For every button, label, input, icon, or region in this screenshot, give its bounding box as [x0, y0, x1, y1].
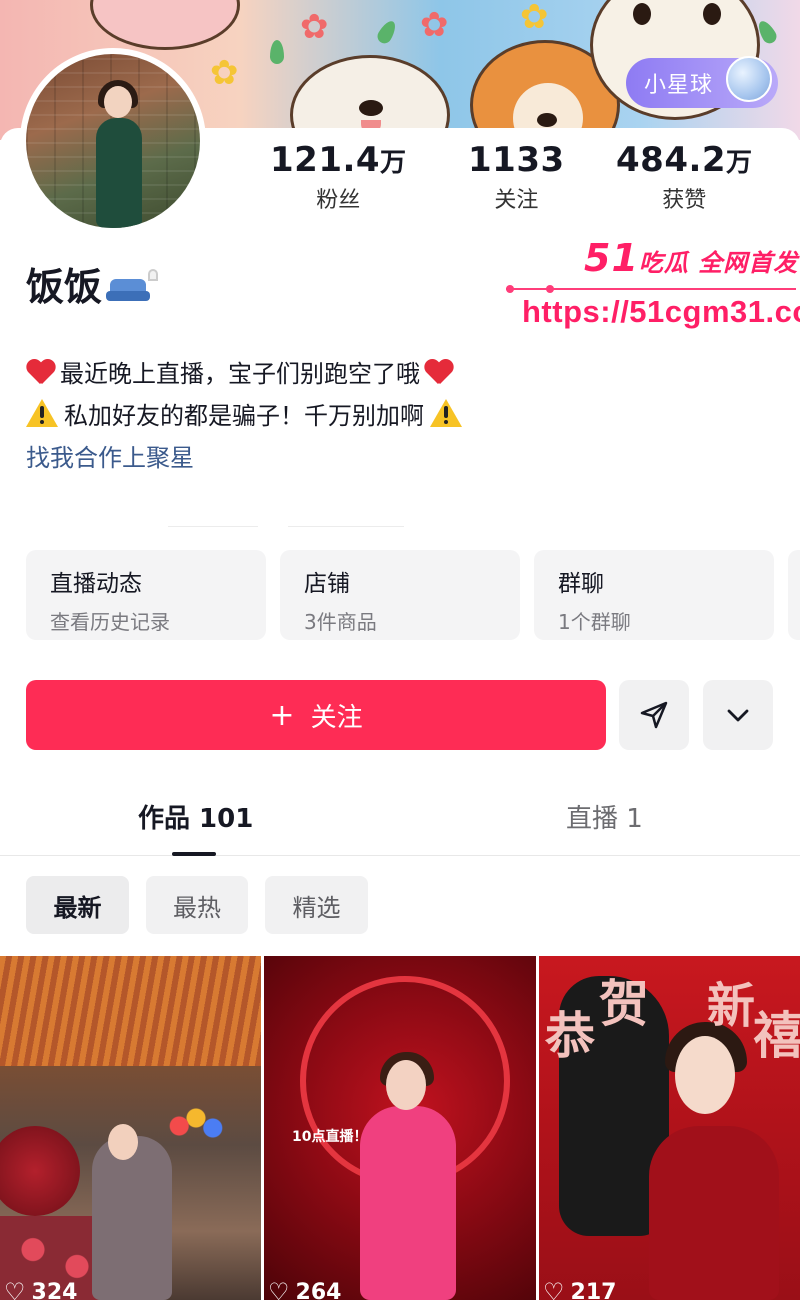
- filter-latest[interactable]: 最新: [26, 876, 129, 934]
- follow-button[interactable]: + 关注: [26, 680, 606, 750]
- person-head: [675, 1036, 735, 1114]
- bio-line-1: 最近晚上直播，宝子们别跑空了哦: [26, 350, 468, 392]
- likes-unit: 万: [726, 148, 753, 178]
- following-count: 1133: [468, 140, 565, 180]
- video-grid: ♡ 324 10点直播！ ♡ 264 恭 贺 新 禧 ♡ 217: [0, 956, 800, 1300]
- calligraphy-char: 贺: [599, 974, 649, 1033]
- faint-divider: [168, 526, 258, 527]
- tab-active-indicator: [172, 852, 216, 856]
- send-message-button[interactable]: [619, 680, 689, 750]
- person-figure: [649, 1126, 779, 1300]
- red-heart-icon: [424, 358, 454, 384]
- watermark-dot: [546, 285, 554, 293]
- watermark-overlay: 51吃瓜 全网首发 https://51cgm31.com: [506, 236, 800, 346]
- video-thumbnail[interactable]: 10点直播！ ♡ 264: [264, 956, 536, 1300]
- warning-icon: [26, 399, 58, 427]
- following-label: 关注: [494, 188, 539, 213]
- person-figure: [360, 1106, 456, 1300]
- banner-flower-icon: ✿: [210, 53, 239, 93]
- like-count: ♡ 324: [0, 1278, 77, 1300]
- followers-unit: 万: [380, 148, 407, 178]
- banner-pig-illustration: [90, 0, 240, 50]
- faint-divider: [288, 526, 404, 527]
- followers-label: 粉丝: [316, 188, 361, 213]
- heart-outline-icon: ♡: [268, 1278, 290, 1300]
- send-icon: [640, 701, 668, 729]
- video-overlay-text: 10点直播！: [292, 1129, 368, 1145]
- tile-title: 群聊: [558, 571, 604, 597]
- chevron-down-icon: [727, 709, 749, 722]
- stat-followers[interactable]: 121.4万 粉丝: [270, 140, 407, 214]
- profile-stats: 121.4万 粉丝 1133 关注 484.2万 获赞: [240, 140, 800, 230]
- tile-title: 直播动态: [50, 571, 142, 597]
- banner-leaf: [374, 18, 400, 46]
- bio-line-2-text: 私加好友的都是骗子！千万别加啊: [64, 401, 424, 430]
- profile-card: 121.4万 粉丝 1133 关注 484.2万 获赞 饭饭 51吃瓜 全网首发…: [0, 128, 800, 1300]
- video-thumbnail[interactable]: 恭 贺 新 禧 ♡ 217: [539, 956, 800, 1300]
- bio-line-1-text: 最近晚上直播，宝子们别跑空了哦: [60, 359, 420, 388]
- nickname-text: 饭饭: [26, 265, 103, 309]
- banner-leaf: [270, 40, 284, 64]
- watermark-brand-number: 51: [584, 236, 639, 280]
- like-count-text: 264: [295, 1279, 342, 1300]
- xingqiu-button[interactable]: 小星球: [626, 56, 778, 108]
- person-figure: [92, 1136, 172, 1300]
- filter-featured[interactable]: 精选: [265, 876, 368, 934]
- profile-nickname: 饭饭: [26, 256, 159, 311]
- likes-count: 484.2: [616, 140, 727, 180]
- more-dropdown-button[interactable]: [703, 680, 773, 750]
- likes-label: 获赞: [662, 188, 707, 213]
- follow-label: 关注: [310, 702, 363, 733]
- followers-count: 121.4: [270, 140, 381, 180]
- planet-icon: [726, 56, 772, 102]
- profile-bio: 最近晚上直播，宝子们别跑空了哦 私加好友的都是骗子！千万别加啊 找我合作上聚星: [26, 350, 468, 476]
- sofa-icon: [106, 268, 159, 305]
- tile-subtitle: 3件商品: [304, 610, 377, 634]
- video-thumbnail[interactable]: ♡ 324: [0, 956, 261, 1300]
- tile-live-history[interactable]: 直播动态 查看历史记录: [26, 550, 266, 640]
- calligraphy-char: 恭: [545, 1006, 595, 1065]
- heart-outline-icon: ♡: [543, 1278, 565, 1300]
- balloons: [168, 1106, 224, 1146]
- like-count: ♡ 217: [539, 1278, 616, 1300]
- person-head: [108, 1124, 138, 1160]
- juxing-cooperation-link[interactable]: 找我合作上聚星: [26, 434, 468, 476]
- tab-live[interactable]: 直播 1: [566, 798, 643, 835]
- watermark-brand-text: 吃瓜 全网首发: [638, 249, 799, 277]
- stat-likes[interactable]: 484.2万 获赞: [616, 140, 753, 214]
- heart-outline-icon: ♡: [4, 1278, 26, 1300]
- person-head: [386, 1060, 426, 1110]
- rose-decoration: [0, 1126, 80, 1216]
- stat-following[interactable]: 1133 关注: [468, 140, 565, 214]
- calligraphy-char: 禧: [753, 1006, 800, 1065]
- warning-icon: [430, 399, 462, 427]
- tile-subtitle: 查看历史记录: [50, 610, 170, 634]
- watermark-url: https://51cgm31.com: [522, 294, 800, 329]
- watermark-brand: 51吃瓜 全网首发: [584, 236, 798, 280]
- thatched-roof: [0, 956, 261, 1066]
- filter-hottest[interactable]: 最热: [146, 876, 248, 934]
- bio-line-2: 私加好友的都是骗子！千万别加啊: [26, 392, 468, 434]
- tile-title: 店铺: [304, 571, 350, 597]
- like-count: ♡ 264: [264, 1278, 341, 1300]
- plus-icon: +: [269, 697, 295, 733]
- tile-subtitle: 1个群聊: [558, 610, 631, 634]
- tile-group-chat[interactable]: 群聊 1个群聊: [534, 550, 774, 640]
- avatar-image: [26, 54, 200, 228]
- tile-more-partial[interactable]: [788, 550, 800, 640]
- calligraphy-char: 新: [707, 978, 756, 1034]
- like-count-text: 324: [31, 1279, 78, 1300]
- like-count-text: 217: [570, 1279, 617, 1300]
- tile-shop[interactable]: 店铺 3件商品: [280, 550, 520, 640]
- watermark-dot: [506, 285, 514, 293]
- banner-flower-icon: ✿: [300, 7, 329, 47]
- red-heart-icon: [26, 358, 56, 384]
- service-tiles: 直播动态 查看历史记录 店铺 3件商品 群聊 1个群聊: [26, 550, 800, 640]
- xingqiu-label: 小星球: [644, 73, 714, 98]
- content-tabs: 作品 101 直播 1: [0, 792, 800, 856]
- banner-flower-icon: ✿: [420, 5, 449, 45]
- banner-flower-icon: ✿: [520, 0, 549, 37]
- tab-works[interactable]: 作品 101: [138, 798, 253, 835]
- profile-avatar[interactable]: [20, 48, 206, 234]
